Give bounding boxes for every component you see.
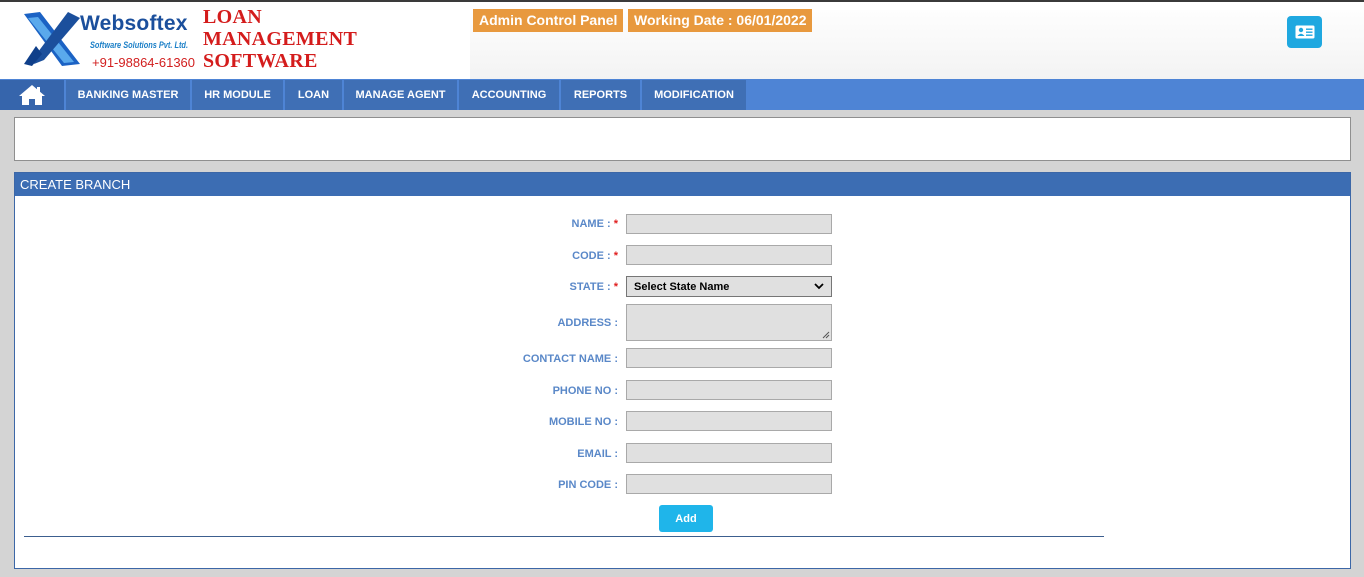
contact-name-label: CONTACT NAME : xyxy=(522,353,618,365)
state-select[interactable]: Select State Name xyxy=(626,276,832,297)
code-label: CODE : * xyxy=(572,250,618,262)
add-button[interactable]: Add xyxy=(659,505,713,532)
mobile-no-input[interactable] xyxy=(626,411,832,431)
phone-no-label: PHONE NO : xyxy=(552,385,618,397)
required-marker: * xyxy=(613,250,618,262)
websoftex-x-logo-icon xyxy=(24,12,80,66)
email-label: EMAIL : xyxy=(577,448,618,460)
nav-home[interactable] xyxy=(0,80,64,110)
pin-code-input[interactable] xyxy=(626,474,832,494)
product-title: LOAN MANAGEMENT SOFTWARE xyxy=(203,6,358,72)
contact-name-input[interactable] xyxy=(626,348,832,368)
required-marker: * xyxy=(613,218,618,230)
name-input[interactable] xyxy=(626,214,832,234)
email-input[interactable] xyxy=(626,443,832,463)
chevron-down-icon xyxy=(814,283,824,290)
mobile-no-label: MOBILE NO : xyxy=(548,416,618,428)
profile-button[interactable] xyxy=(1287,16,1322,48)
home-icon xyxy=(19,85,45,105)
code-input[interactable] xyxy=(626,245,832,265)
resize-grip-icon[interactable] xyxy=(822,331,830,339)
nav-modification[interactable]: MODIFICATION xyxy=(642,80,746,110)
nav-reports[interactable]: REPORTS xyxy=(561,80,640,110)
address-textarea[interactable] xyxy=(626,304,832,341)
nav-accounting[interactable]: ACCOUNTING xyxy=(459,80,559,110)
main-navbar: BANKING MASTER HR MODULE LOAN MANAGE AGE… xyxy=(0,79,1364,110)
brand-tagline: Software Solutions Pvt. Ltd. xyxy=(90,40,189,50)
state-label: STATE : * xyxy=(569,281,619,293)
nav-banking-master[interactable]: BANKING MASTER xyxy=(66,80,190,110)
app-header: Websoftex Software Solutions Pvt. Ltd. +… xyxy=(0,2,1364,79)
required-marker: * xyxy=(613,281,618,293)
pin-code-label: PIN CODE : xyxy=(558,479,618,491)
create-branch-panel: CREATE BRANCH NAME : * CODE : * STATE : … xyxy=(14,172,1351,569)
brand-phone: +91-98864-61360 xyxy=(92,55,196,70)
working-date-badge: Working Date : 06/01/2022 xyxy=(628,9,813,32)
id-card-icon xyxy=(1295,25,1314,39)
address-label: ADDRESS : xyxy=(557,317,618,329)
nav-loan[interactable]: LOAN xyxy=(285,80,342,110)
admin-panel-badge: Admin Control Panel xyxy=(473,9,624,32)
form-divider xyxy=(24,536,1104,537)
panel-title: CREATE BRANCH xyxy=(15,173,1350,196)
brand-name: Websoftex xyxy=(80,12,188,35)
nav-manage-agent[interactable]: MANAGE AGENT xyxy=(344,80,457,110)
state-select-value: Select State Name xyxy=(634,280,730,293)
info-panel xyxy=(14,117,1351,161)
phone-no-input[interactable] xyxy=(626,380,832,400)
nav-hr-module[interactable]: HR MODULE xyxy=(192,80,283,110)
name-label: NAME : * xyxy=(571,218,618,230)
